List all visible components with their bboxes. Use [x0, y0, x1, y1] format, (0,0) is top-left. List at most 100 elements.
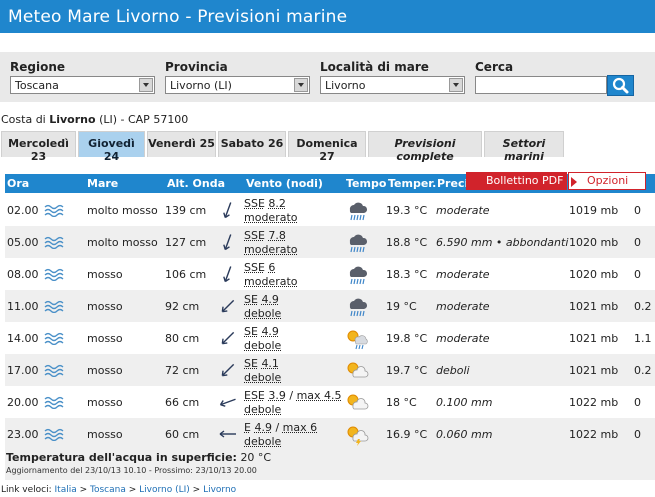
wind-speed: 4.9: [261, 293, 279, 306]
row-extra: 1.1: [634, 332, 652, 345]
wind-line: ESE 3.9 / max 4.5: [244, 389, 342, 402]
regione-value: Toscana: [15, 79, 59, 92]
row-onda: 66 cm: [165, 396, 200, 409]
wind-strength: debole: [244, 307, 282, 320]
weather-icon: [344, 326, 370, 355]
row-extra: 0.2: [634, 364, 652, 377]
row-pressure: 1021 mb: [569, 364, 619, 377]
row-onda: 80 cm: [165, 332, 200, 345]
quick-links: Link veloci: Italia > Toscana > Livorno …: [1, 485, 237, 495]
row-ora: 20.00: [7, 396, 39, 409]
water-temp-line: Temperatura dell'acqua in superficie: 20…: [6, 451, 271, 464]
tab-venerdi[interactable]: Venerdì 25: [147, 131, 216, 157]
row-pressure: 1020 mb: [569, 236, 619, 249]
bollettino-pdf-button[interactable]: Bollettino PDF: [466, 172, 567, 190]
water-temp-label: Temperatura dell'acqua in superficie:: [6, 451, 237, 464]
row-onda: 127 cm: [165, 236, 207, 249]
wind-strength: debole: [244, 435, 282, 448]
page-title: Meteo Mare Livorno - Previsioni marine: [8, 7, 348, 27]
th-onda: Alt. Onda: [167, 177, 226, 190]
wave-icon: [44, 427, 66, 444]
th-ora: Ora: [7, 177, 30, 190]
search-button[interactable]: [607, 75, 634, 96]
chevron-down-icon[interactable]: [294, 78, 308, 92]
wind-line: SE 4.9: [244, 325, 279, 338]
wind-speed: 3.9: [268, 389, 286, 402]
wind-speed: 8.2: [268, 197, 286, 210]
wind-arrow-icon: [218, 391, 238, 416]
wind-arrow-icon: [218, 359, 238, 384]
link-italia[interactable]: Italia: [55, 485, 77, 495]
wave-icon: [44, 235, 66, 252]
localita-label: Località di mare: [320, 60, 429, 74]
tab-settori-marini[interactable]: Settori marini: [484, 131, 564, 163]
chevron-down-icon[interactable]: [449, 78, 463, 92]
localita-select[interactable]: Livorno: [320, 76, 465, 94]
link-toscana[interactable]: Toscana: [90, 485, 126, 495]
row-onda: 106 cm: [165, 268, 207, 281]
row-temp: 19 °C: [386, 300, 417, 313]
table-row: 14.00 mosso 80 cm SE 4.9 debole 19.8 °C modera…: [5, 322, 655, 354]
wave-icon: [44, 395, 66, 412]
wave-icon: [44, 363, 66, 380]
wind-speed: 4.9: [261, 325, 279, 338]
wind-arrow-icon: [218, 263, 238, 288]
row-mare: mosso: [87, 428, 123, 441]
wind-direction: SE: [244, 325, 258, 338]
wind-strength: debole: [244, 371, 282, 384]
link-localita[interactable]: Livorno: [203, 485, 236, 495]
search-input[interactable]: [475, 76, 607, 94]
row-ora: 02.00: [7, 204, 39, 217]
row-extra: 0: [634, 268, 641, 281]
tab-previsioni-complete[interactable]: Previsioni complete: [368, 131, 482, 163]
tab-sabato[interactable]: Sabato 26: [218, 131, 286, 157]
provincia-select[interactable]: Livorno (LI): [165, 76, 310, 94]
row-prec: 6.590 mm • abbondanti: [436, 236, 569, 249]
table-row: 23.00 mosso 60 cm E 4.9 / max 6 debole 16.9 °…: [5, 418, 655, 450]
wind-strength: moderato: [244, 275, 298, 288]
row-prec: moderate: [436, 204, 490, 217]
th-prec: Preci: [437, 177, 469, 190]
weather-icon: [344, 230, 370, 259]
row-mare: mosso: [87, 268, 123, 281]
tab-giovedi[interactable]: Giovedì 24: [78, 131, 145, 163]
table-row: 17.00 mosso 72 cm SE 4.1 debole 19.7 °C deboli…: [5, 354, 655, 386]
wind-strength: debole: [244, 339, 282, 352]
wind-direction: SSE: [244, 197, 265, 210]
tab-mercoledi[interactable]: Mercoledì 23: [1, 131, 76, 163]
th-tempo: Tempo: [346, 177, 387, 190]
wind-strength: moderato: [244, 243, 298, 256]
chevron-down-icon[interactable]: [139, 78, 153, 92]
water-temp-panel: Temperatura dell'acqua in superficie: 20…: [5, 450, 655, 480]
wind-speed: 6: [268, 261, 276, 274]
location-city: Livorno: [49, 113, 96, 126]
wind-arrow-icon: [218, 231, 238, 256]
row-onda: 72 cm: [165, 364, 200, 377]
opzioni-button[interactable]: Opzioni: [568, 172, 646, 190]
row-mare: molto mosso: [87, 204, 158, 217]
wind-line: SSE 7.8: [244, 229, 286, 242]
tab-domenica[interactable]: Domenica 27: [288, 131, 366, 163]
row-mare: mosso: [87, 300, 123, 313]
wind-direction: SSE: [244, 261, 265, 274]
wind-speed: 4.9: [254, 421, 272, 434]
link-provincia[interactable]: Livorno (LI): [139, 485, 190, 495]
wind-arrow-icon: [218, 295, 238, 320]
row-temp: 18 °C: [386, 396, 417, 409]
regione-select[interactable]: Toscana: [10, 76, 155, 94]
row-ora: 14.00: [7, 332, 39, 345]
localita-value: Livorno: [325, 79, 366, 92]
row-ora: 08.00: [7, 268, 39, 281]
wind-direction: SSE: [244, 229, 265, 242]
row-extra: 0: [634, 204, 641, 217]
row-prec: moderate: [436, 300, 490, 313]
wave-icon: [44, 299, 66, 316]
location-prefix: Costa di: [1, 113, 46, 126]
wind-arrow-icon: [218, 423, 238, 448]
table-row: 20.00 mosso 66 cm ESE 3.9 / max 4.5 debole 18…: [5, 386, 655, 418]
wind-direction: E: [244, 421, 251, 434]
wind-line: SSE 8.2: [244, 197, 286, 210]
row-prec: moderate: [436, 332, 490, 345]
wind-max: max 6: [282, 421, 318, 434]
table-row: 02.00 molto mosso 139 cm SSE 8.2 moderato 19.…: [5, 194, 655, 226]
